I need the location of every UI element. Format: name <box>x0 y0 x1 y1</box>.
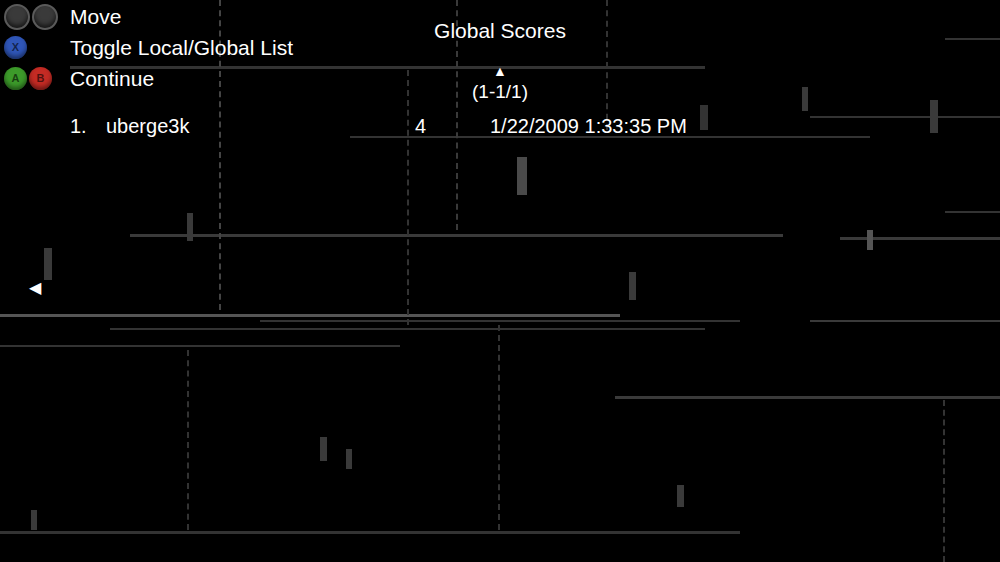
score-rank: 1. <box>70 111 106 141</box>
face-button: B <box>29 67 52 90</box>
score-date: 1/22/2009 1:33:35 PM <box>490 111 687 141</box>
face-button: A <box>4 67 27 90</box>
scroll-up-icon[interactable]: ▲ <box>493 62 507 80</box>
button-glyph: A <box>12 70 20 87</box>
stick-icon <box>4 4 30 30</box>
button-glyph: X <box>12 39 19 56</box>
score-row[interactable]: 1.uberge3k41/22/2009 1:33:35 PM <box>0 111 1000 141</box>
page-range: (1-1/1) <box>472 80 528 104</box>
button-icon: B <box>29 67 52 90</box>
button-glyph: B <box>37 70 45 87</box>
control-label: Toggle Local/Global List <box>70 34 293 62</box>
button-group <box>4 4 70 30</box>
control-hints: MoveXToggle Local/Global ListABContinue <box>0 0 1000 94</box>
back-arrow-icon[interactable]: ◀ <box>29 276 41 300</box>
control-label: Continue <box>70 65 154 93</box>
score-score: 4 <box>415 111 490 141</box>
stick-circle <box>32 4 58 30</box>
control-label: Move <box>70 3 121 31</box>
list-header: Global Scores ▲(1-1/1) <box>0 16 1000 104</box>
score-screen: MoveXToggle Local/Global ListABContinue … <box>0 0 1000 562</box>
list-title: Global Scores <box>434 16 566 46</box>
face-button: X <box>4 36 27 59</box>
button-group: X <box>4 36 70 59</box>
button-group: AB <box>4 67 70 90</box>
button-icon: A <box>4 67 27 90</box>
score-list: 1.uberge3k41/22/2009 1:33:35 PM <box>0 111 1000 141</box>
stick-icon <box>32 4 58 30</box>
score-name: uberge3k <box>106 111 415 141</box>
button-icon: X <box>4 36 27 59</box>
stick-circle <box>4 4 30 30</box>
